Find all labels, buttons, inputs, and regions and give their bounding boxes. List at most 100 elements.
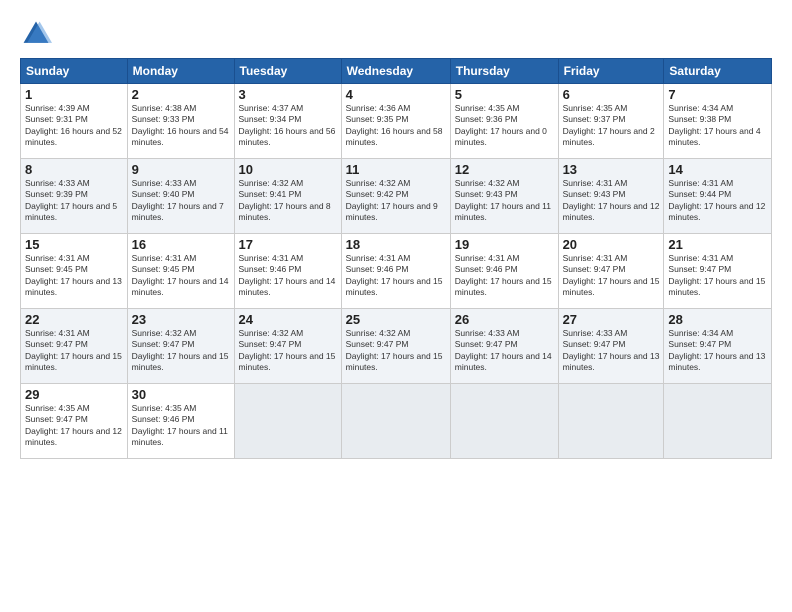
day-info: Sunrise: 4:36 AMSunset: 9:35 PMDaylight:…	[346, 103, 446, 149]
day-info: Sunrise: 4:34 AMSunset: 9:47 PMDaylight:…	[668, 328, 767, 374]
day-info: Sunrise: 4:35 AMSunset: 9:47 PMDaylight:…	[25, 403, 123, 449]
day-number: 16	[132, 237, 230, 252]
calendar-cell: 21Sunrise: 4:31 AMSunset: 9:47 PMDayligh…	[664, 234, 772, 309]
calendar-cell: 7Sunrise: 4:34 AMSunset: 9:38 PMDaylight…	[664, 84, 772, 159]
day-info: Sunrise: 4:39 AMSunset: 9:31 PMDaylight:…	[25, 103, 123, 149]
day-info: Sunrise: 4:31 AMSunset: 9:45 PMDaylight:…	[25, 253, 123, 299]
logo-icon	[20, 18, 52, 50]
calendar-cell: 26Sunrise: 4:33 AMSunset: 9:47 PMDayligh…	[450, 309, 558, 384]
calendar-header-monday: Monday	[127, 59, 234, 84]
day-number: 24	[239, 312, 337, 327]
calendar-week-row: 15Sunrise: 4:31 AMSunset: 9:45 PMDayligh…	[21, 234, 772, 309]
day-info: Sunrise: 4:31 AMSunset: 9:47 PMDaylight:…	[25, 328, 123, 374]
calendar-week-row: 29Sunrise: 4:35 AMSunset: 9:47 PMDayligh…	[21, 384, 772, 459]
day-number: 12	[455, 162, 554, 177]
day-info: Sunrise: 4:38 AMSunset: 9:33 PMDaylight:…	[132, 103, 230, 149]
calendar-cell: 5Sunrise: 4:35 AMSunset: 9:36 PMDaylight…	[450, 84, 558, 159]
day-number: 3	[239, 87, 337, 102]
calendar-header-wednesday: Wednesday	[341, 59, 450, 84]
calendar-header-sunday: Sunday	[21, 59, 128, 84]
day-info: Sunrise: 4:32 AMSunset: 9:47 PMDaylight:…	[239, 328, 337, 374]
day-number: 25	[346, 312, 446, 327]
day-number: 5	[455, 87, 554, 102]
calendar-cell: 16Sunrise: 4:31 AMSunset: 9:45 PMDayligh…	[127, 234, 234, 309]
calendar-cell: 6Sunrise: 4:35 AMSunset: 9:37 PMDaylight…	[558, 84, 664, 159]
day-info: Sunrise: 4:31 AMSunset: 9:46 PMDaylight:…	[455, 253, 554, 299]
calendar-week-row: 22Sunrise: 4:31 AMSunset: 9:47 PMDayligh…	[21, 309, 772, 384]
calendar-cell: 4Sunrise: 4:36 AMSunset: 9:35 PMDaylight…	[341, 84, 450, 159]
calendar-cell: 13Sunrise: 4:31 AMSunset: 9:43 PMDayligh…	[558, 159, 664, 234]
calendar-cell: 14Sunrise: 4:31 AMSunset: 9:44 PMDayligh…	[664, 159, 772, 234]
day-number: 2	[132, 87, 230, 102]
day-info: Sunrise: 4:31 AMSunset: 9:45 PMDaylight:…	[132, 253, 230, 299]
day-info: Sunrise: 4:33 AMSunset: 9:47 PMDaylight:…	[455, 328, 554, 374]
calendar-cell: 23Sunrise: 4:32 AMSunset: 9:47 PMDayligh…	[127, 309, 234, 384]
calendar-cell: 24Sunrise: 4:32 AMSunset: 9:47 PMDayligh…	[234, 309, 341, 384]
day-info: Sunrise: 4:35 AMSunset: 9:37 PMDaylight:…	[563, 103, 660, 149]
page: SundayMondayTuesdayWednesdayThursdayFrid…	[0, 0, 792, 612]
calendar-cell: 3Sunrise: 4:37 AMSunset: 9:34 PMDaylight…	[234, 84, 341, 159]
calendar-cell: 10Sunrise: 4:32 AMSunset: 9:41 PMDayligh…	[234, 159, 341, 234]
day-number: 14	[668, 162, 767, 177]
calendar: SundayMondayTuesdayWednesdayThursdayFrid…	[20, 58, 772, 459]
day-info: Sunrise: 4:31 AMSunset: 9:43 PMDaylight:…	[563, 178, 660, 224]
calendar-cell	[341, 384, 450, 459]
day-number: 13	[563, 162, 660, 177]
day-number: 8	[25, 162, 123, 177]
calendar-cell: 15Sunrise: 4:31 AMSunset: 9:45 PMDayligh…	[21, 234, 128, 309]
day-info: Sunrise: 4:31 AMSunset: 9:47 PMDaylight:…	[563, 253, 660, 299]
day-number: 6	[563, 87, 660, 102]
calendar-header-saturday: Saturday	[664, 59, 772, 84]
day-number: 30	[132, 387, 230, 402]
calendar-header-row: SundayMondayTuesdayWednesdayThursdayFrid…	[21, 59, 772, 84]
calendar-cell: 29Sunrise: 4:35 AMSunset: 9:47 PMDayligh…	[21, 384, 128, 459]
logo	[20, 18, 56, 50]
day-number: 27	[563, 312, 660, 327]
day-number: 21	[668, 237, 767, 252]
calendar-header-tuesday: Tuesday	[234, 59, 341, 84]
day-info: Sunrise: 4:32 AMSunset: 9:47 PMDaylight:…	[132, 328, 230, 374]
calendar-cell: 19Sunrise: 4:31 AMSunset: 9:46 PMDayligh…	[450, 234, 558, 309]
day-number: 19	[455, 237, 554, 252]
calendar-cell	[664, 384, 772, 459]
calendar-cell: 25Sunrise: 4:32 AMSunset: 9:47 PMDayligh…	[341, 309, 450, 384]
calendar-cell: 11Sunrise: 4:32 AMSunset: 9:42 PMDayligh…	[341, 159, 450, 234]
calendar-cell: 8Sunrise: 4:33 AMSunset: 9:39 PMDaylight…	[21, 159, 128, 234]
calendar-cell: 30Sunrise: 4:35 AMSunset: 9:46 PMDayligh…	[127, 384, 234, 459]
calendar-header-thursday: Thursday	[450, 59, 558, 84]
day-number: 15	[25, 237, 123, 252]
day-number: 23	[132, 312, 230, 327]
day-info: Sunrise: 4:35 AMSunset: 9:46 PMDaylight:…	[132, 403, 230, 449]
calendar-header-friday: Friday	[558, 59, 664, 84]
calendar-cell: 28Sunrise: 4:34 AMSunset: 9:47 PMDayligh…	[664, 309, 772, 384]
calendar-cell	[234, 384, 341, 459]
day-info: Sunrise: 4:33 AMSunset: 9:47 PMDaylight:…	[563, 328, 660, 374]
day-number: 9	[132, 162, 230, 177]
calendar-cell: 20Sunrise: 4:31 AMSunset: 9:47 PMDayligh…	[558, 234, 664, 309]
day-number: 28	[668, 312, 767, 327]
calendar-week-row: 8Sunrise: 4:33 AMSunset: 9:39 PMDaylight…	[21, 159, 772, 234]
calendar-cell	[558, 384, 664, 459]
day-number: 20	[563, 237, 660, 252]
day-number: 4	[346, 87, 446, 102]
day-number: 11	[346, 162, 446, 177]
day-info: Sunrise: 4:31 AMSunset: 9:47 PMDaylight:…	[668, 253, 767, 299]
calendar-week-row: 1Sunrise: 4:39 AMSunset: 9:31 PMDaylight…	[21, 84, 772, 159]
day-info: Sunrise: 4:31 AMSunset: 9:44 PMDaylight:…	[668, 178, 767, 224]
day-number: 10	[239, 162, 337, 177]
day-number: 17	[239, 237, 337, 252]
header	[20, 18, 772, 50]
calendar-cell: 9Sunrise: 4:33 AMSunset: 9:40 PMDaylight…	[127, 159, 234, 234]
day-info: Sunrise: 4:32 AMSunset: 9:41 PMDaylight:…	[239, 178, 337, 224]
calendar-cell: 17Sunrise: 4:31 AMSunset: 9:46 PMDayligh…	[234, 234, 341, 309]
day-info: Sunrise: 4:35 AMSunset: 9:36 PMDaylight:…	[455, 103, 554, 149]
calendar-cell: 2Sunrise: 4:38 AMSunset: 9:33 PMDaylight…	[127, 84, 234, 159]
day-number: 1	[25, 87, 123, 102]
calendar-cell: 12Sunrise: 4:32 AMSunset: 9:43 PMDayligh…	[450, 159, 558, 234]
day-info: Sunrise: 4:34 AMSunset: 9:38 PMDaylight:…	[668, 103, 767, 149]
calendar-cell: 18Sunrise: 4:31 AMSunset: 9:46 PMDayligh…	[341, 234, 450, 309]
day-info: Sunrise: 4:31 AMSunset: 9:46 PMDaylight:…	[239, 253, 337, 299]
day-info: Sunrise: 4:32 AMSunset: 9:47 PMDaylight:…	[346, 328, 446, 374]
day-number: 26	[455, 312, 554, 327]
day-info: Sunrise: 4:31 AMSunset: 9:46 PMDaylight:…	[346, 253, 446, 299]
